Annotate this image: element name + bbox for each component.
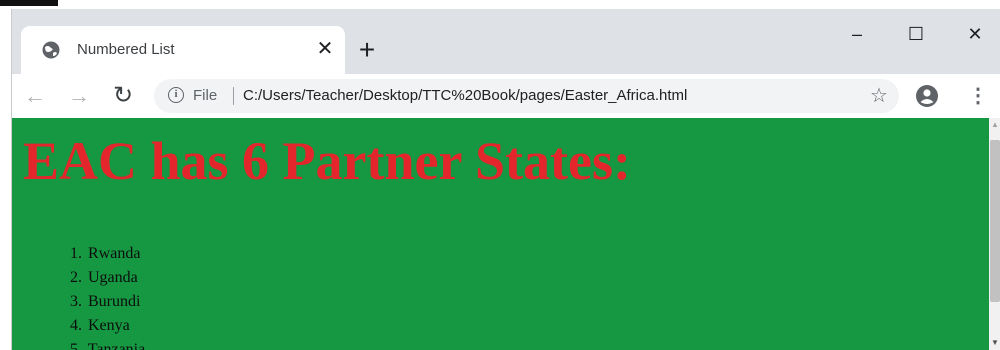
list-item: 5. Tanzania (70, 338, 145, 350)
back-button[interactable]: ← (20, 81, 50, 111)
list-item: 2. Uganda (70, 266, 145, 290)
list-number: 2. (70, 269, 82, 286)
state-name: Rwanda (88, 245, 141, 262)
forward-button[interactable]: → (64, 81, 94, 111)
minimize-button[interactable]: – (837, 19, 877, 49)
maximize-button[interactable]: ☐ (896, 19, 936, 49)
new-tab-button[interactable]: + (352, 35, 382, 65)
list-item: 4. Kenya (70, 314, 145, 338)
page-heading: EAC has 6 Partner States: (23, 131, 631, 191)
info-icon[interactable]: i (168, 87, 184, 103)
scroll-up-arrow-icon[interactable]: ▲ (989, 118, 1000, 132)
list-number: 1. (70, 245, 82, 262)
scroll-thumb[interactable] (990, 140, 1000, 302)
clipped-mark (0, 0, 58, 6)
address-separator (233, 87, 234, 105)
close-window-button[interactable]: ✕ (955, 19, 995, 49)
list-number: 5. (70, 341, 82, 350)
list-item: 1. Rwanda (70, 242, 145, 266)
state-name: Burundi (88, 293, 141, 310)
list-number: 4. (70, 317, 82, 334)
address-bar[interactable]: i File C:/Users/Teacher/Desktop/TTC%20Bo… (154, 79, 899, 113)
page-viewport: EAC has 6 Partner States: 1. Rwanda 2. U… (12, 118, 989, 350)
state-name: Tanzania (87, 341, 146, 350)
reload-button[interactable]: ↻ (108, 81, 138, 111)
vertical-scrollbar[interactable]: ▲ ▼ (989, 118, 1000, 350)
url-text[interactable]: C:/Users/Teacher/Desktop/TTC%20Book/page… (243, 86, 687, 106)
file-label: File (193, 87, 218, 104)
profile-avatar-icon[interactable] (914, 83, 940, 109)
tab-title: Numbered List (77, 41, 175, 58)
list-number: 3. (70, 293, 82, 310)
close-tab-icon[interactable]: ✕ (313, 37, 337, 61)
tab-strip: Numbered List ✕ + – ☐ ✕ (12, 9, 1000, 75)
bookmark-star-icon[interactable]: ☆ (867, 84, 891, 108)
list-item: 3. Burundi (70, 290, 145, 314)
menu-icon[interactable]: ⋮ (968, 81, 988, 111)
scroll-down-arrow-icon[interactable]: ▼ (989, 336, 1000, 350)
toolbar: ← → ↻ i File C:/Users/Teacher/Desktop/TT… (12, 74, 1000, 118)
state-name: Uganda (88, 269, 138, 286)
state-name: Kenya (88, 317, 130, 334)
globe-icon (42, 41, 60, 59)
tab-numbered-list[interactable]: Numbered List ✕ (21, 26, 345, 74)
browser-window: Numbered List ✕ + – ☐ ✕ ← → ↻ i File C:/… (11, 9, 1000, 350)
partner-states-list: 1. Rwanda 2. Uganda 3. Burundi 4. Kenya … (70, 242, 145, 350)
